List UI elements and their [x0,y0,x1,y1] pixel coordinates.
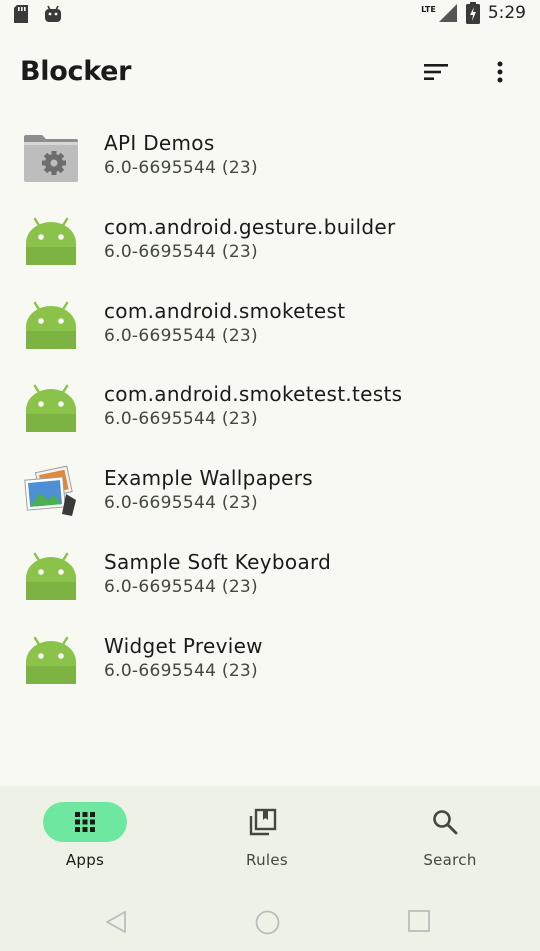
android-robot-icon [22,380,80,438]
nav-label: Apps [65,851,105,869]
app-name: Widget Preview [104,634,263,658]
app-name: com.android.smoketest.tests [104,382,403,406]
app-name: com.android.smoketest [104,299,346,323]
nav-label: Rules [246,851,288,869]
nav-label: Search [423,851,477,869]
search-icon [433,810,458,835]
app-version: 6.0-6695544 (23) [104,158,258,178]
api-demos-gear-folder-icon [24,135,78,182]
wallpapers-photos-icon [24,465,76,516]
app-version: 6.0-6695544 (23) [104,577,258,597]
icon-container [221,802,305,842]
recents-icon[interactable] [408,910,430,932]
more-vert-icon [497,61,503,83]
app-name: Example Wallpapers [104,466,313,490]
network-type: LTE [421,4,436,14]
rules-bookmark-icon [249,808,277,836]
home-icon[interactable] [255,910,280,935]
sort-icon [424,64,448,80]
app-list-item[interactable]: com.android.gesture.builder 6.0-6695544 … [0,204,540,288]
system-navigation-bar [0,886,540,951]
sort-button[interactable] [418,54,454,90]
selected-indicator [43,802,127,842]
app-version: 6.0-6695544 (23) [104,326,258,346]
nav-item-search[interactable]: Search [360,786,540,886]
app-list-item[interactable]: com.android.smoketest.tests 6.0-6695544 … [0,371,540,455]
top-app-bar: Blocker [0,40,540,104]
android-robot-icon [22,213,80,271]
status-bar: LTE 5:29 [0,0,540,28]
android-robot-icon [22,632,80,690]
clock: 5:29 [487,3,526,23]
battery-icon [465,2,480,24]
page-title: Blocker [20,56,132,87]
app-name: com.android.gesture.builder [104,215,396,239]
android-robot-icon [22,297,80,355]
back-icon[interactable] [104,910,128,934]
app-version: 6.0-6695544 (23) [104,242,258,262]
app-version: 6.0-6695544 (23) [104,661,258,681]
app-list-item[interactable]: Sample Soft Keyboard 6.0-6695544 (23) [0,539,540,623]
icon-container [403,802,487,842]
signal-icon [438,4,457,22]
app-list-item[interactable]: API Demos 6.0-6695544 (23) [0,120,540,204]
bottom-navigation: Apps Rules Search [0,786,540,886]
nav-item-rules[interactable]: Rules [178,786,358,886]
apps-grid-icon [75,812,95,832]
android-robot-icon [22,548,80,606]
app-version: 6.0-6695544 (23) [104,409,258,429]
sd-card-icon [14,5,28,23]
nav-item-apps[interactable]: Apps [0,786,180,886]
app-name: Sample Soft Keyboard [104,550,332,574]
more-options-button[interactable] [482,54,518,90]
app-name: API Demos [104,131,215,155]
app-list-item[interactable]: Widget Preview 6.0-6695544 (23) [0,623,540,707]
app-list-item[interactable]: com.android.smoketest 6.0-6695544 (23) [0,288,540,372]
app-list-item[interactable]: Example Wallpapers 6.0-6695544 (23) [0,455,540,539]
android-debug-icon [45,5,61,22]
app-version: 6.0-6695544 (23) [104,493,258,513]
